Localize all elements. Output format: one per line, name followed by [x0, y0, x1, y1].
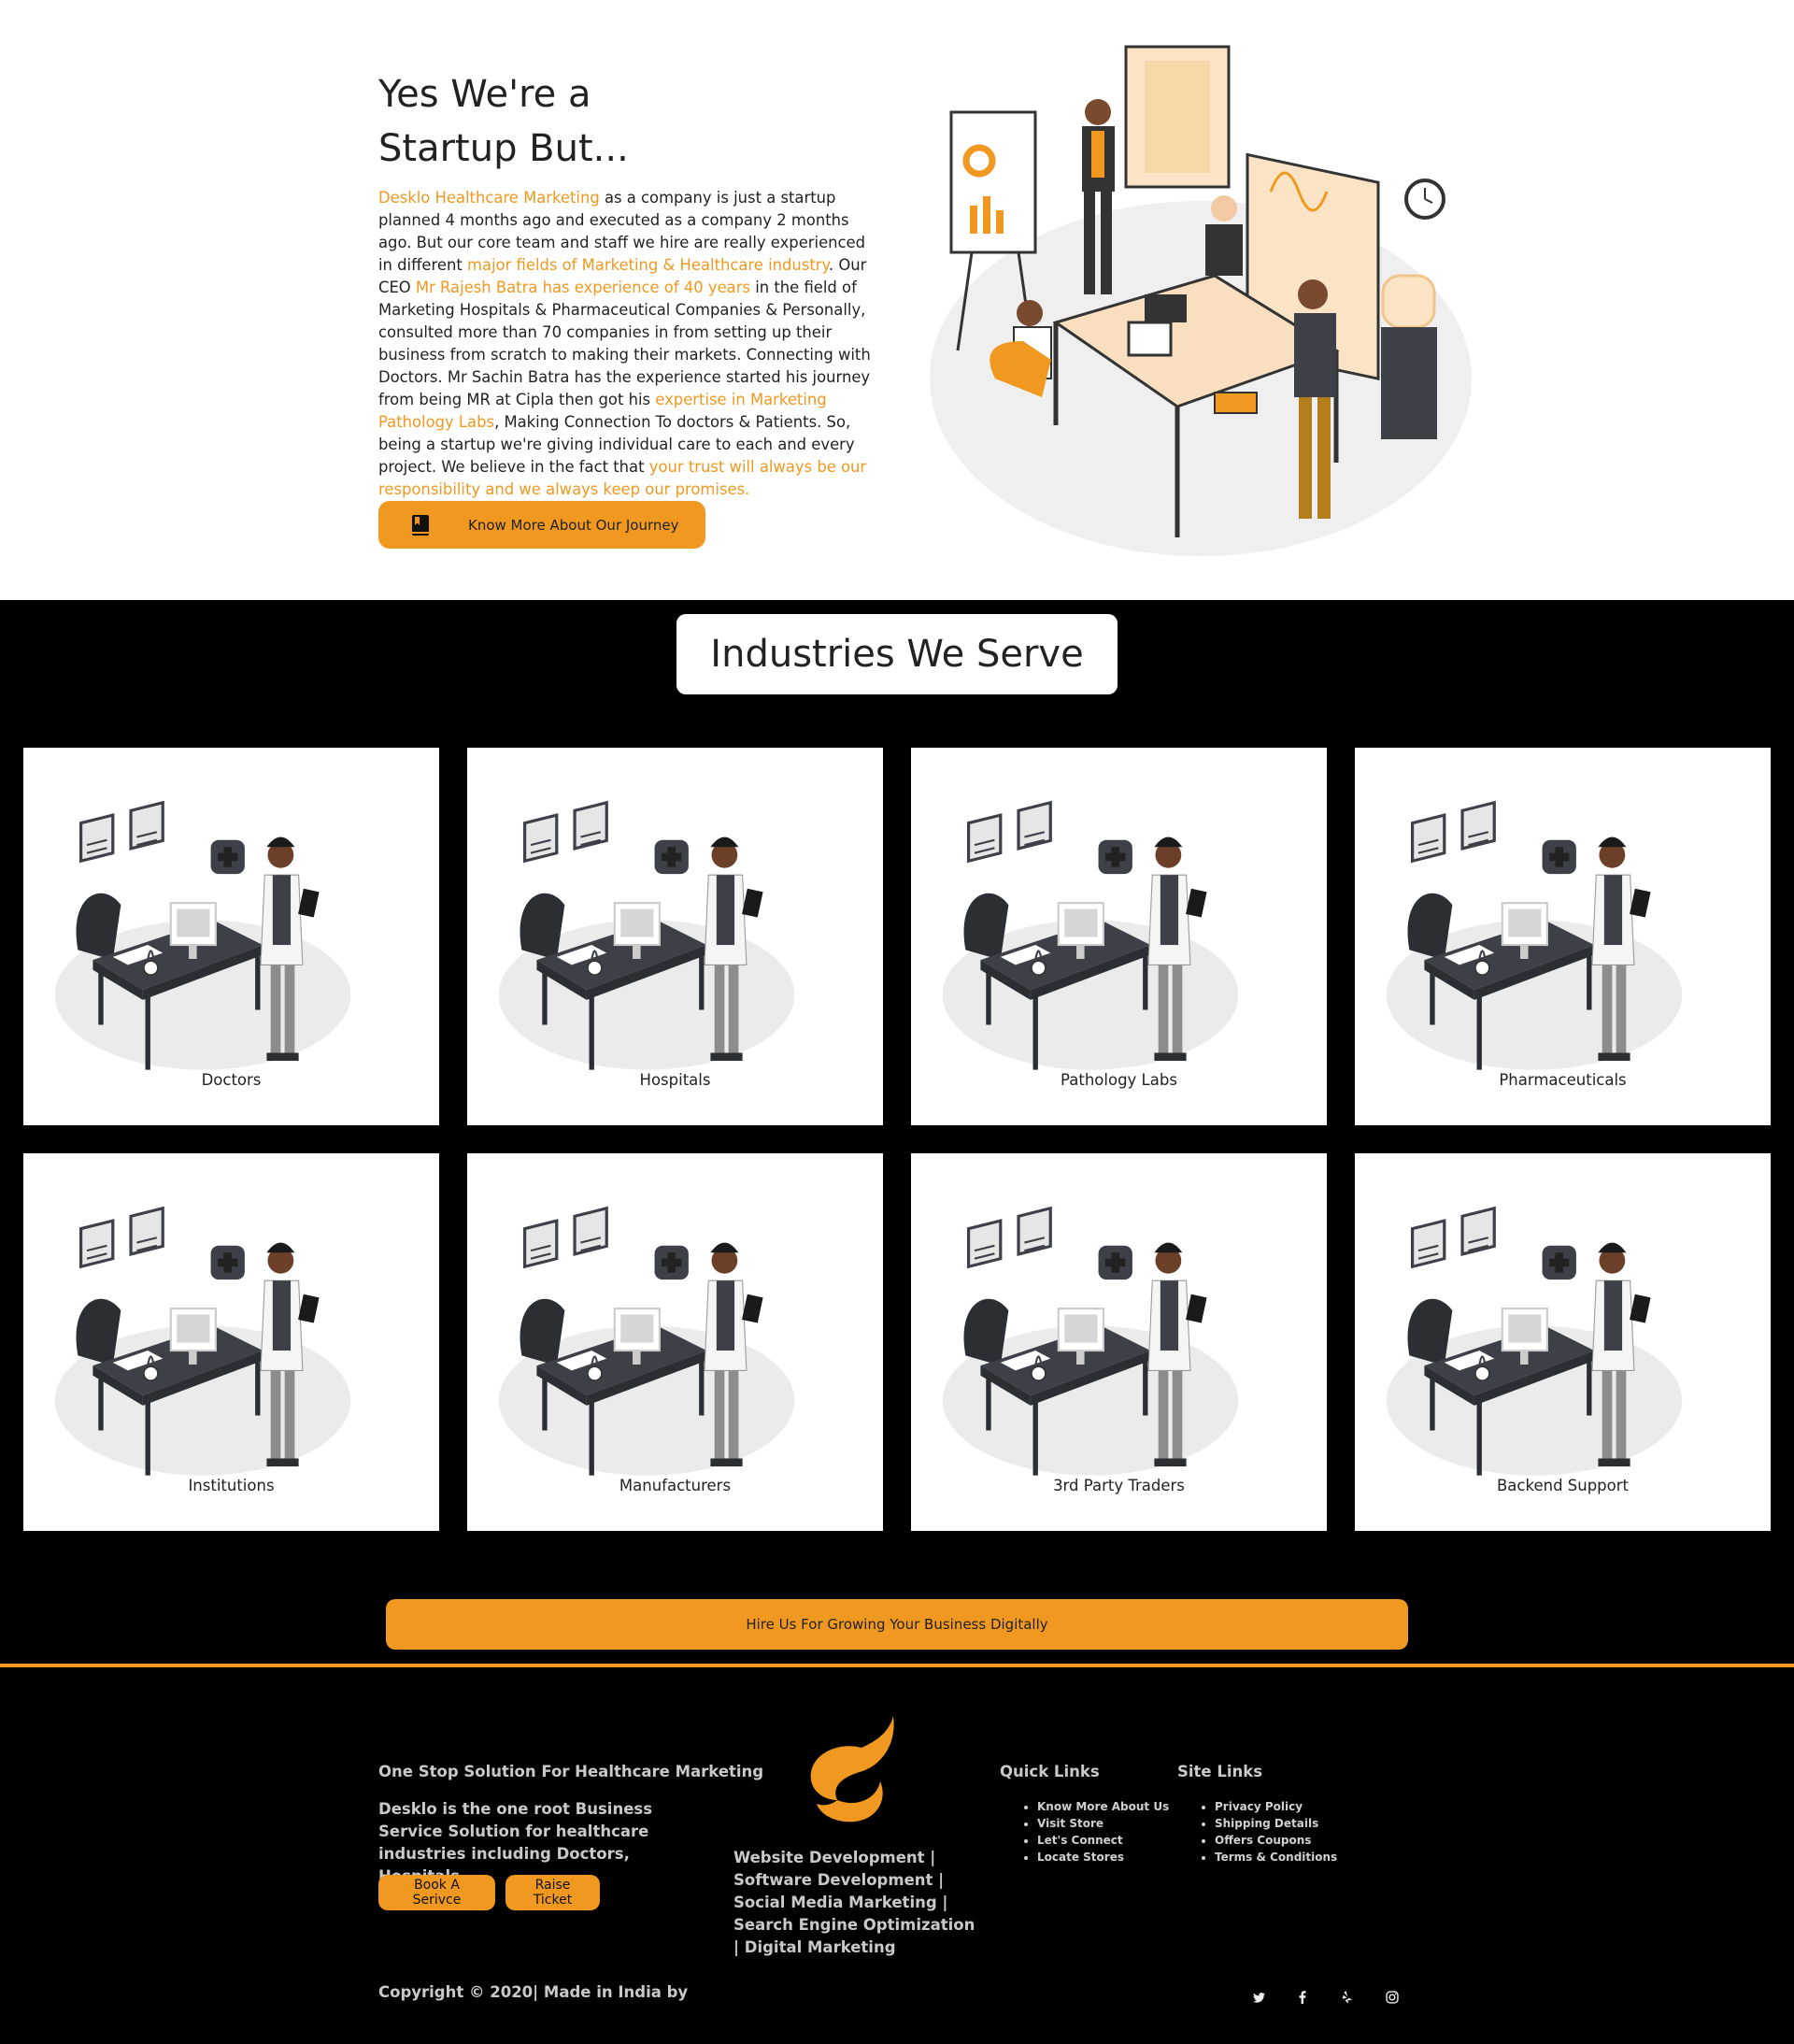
- industry-card[interactable]: Pharmaceuticals: [1355, 748, 1771, 1125]
- facebook-icon[interactable]: [1292, 1987, 1313, 2008]
- industry-card-label: Manufacturers: [619, 1477, 732, 1494]
- industry-card-label: Institutions: [188, 1477, 275, 1494]
- doctor-illustration: [54, 800, 351, 1070]
- doctor-illustration: [498, 1206, 795, 1476]
- about-section: Yes We're a Startup But... Desklo Health…: [0, 0, 1794, 600]
- footer-link-item: Let's Connect: [1037, 1832, 1169, 1849]
- about-title: Yes We're a Startup But...: [378, 73, 629, 170]
- footer-link[interactable]: Shipping Details: [1215, 1817, 1318, 1830]
- raise-ticket-button[interactable]: Raise Ticket: [505, 1875, 600, 1910]
- industry-card[interactable]: Backend Support: [1355, 1153, 1771, 1531]
- desklo-logo: [810, 1716, 894, 1822]
- footer-link[interactable]: Visit Store: [1037, 1817, 1103, 1830]
- footer-link-item: Locate Stores: [1037, 1849, 1169, 1865]
- industry-card[interactable]: Doctors: [23, 748, 439, 1125]
- yelp-icon[interactable]: [1337, 1987, 1358, 2008]
- book-service-button[interactable]: Book A Serivce: [378, 1875, 495, 1910]
- site-links-heading: Site Links: [1177, 1763, 1263, 1780]
- footer: One Stop Solution For Healthcare Marketi…: [0, 1667, 1794, 2044]
- industry-card-label: Backend Support: [1496, 1477, 1630, 1494]
- quick-links-list: Know More About Us Visit Store Let's Conne…: [1037, 1798, 1169, 1865]
- doctor-illustration: [1386, 1206, 1683, 1476]
- footer-link-item: Shipping Details: [1215, 1815, 1337, 1832]
- footer-services: Website Development | Software Developme…: [733, 1849, 975, 1956]
- industry-card-label: 3rd Party Traders: [1053, 1477, 1185, 1494]
- startup-team-illustration: [930, 45, 1472, 556]
- doctor-illustration: [498, 800, 795, 1070]
- industry-card[interactable]: Hospitals: [467, 748, 883, 1125]
- doctor-illustration: [942, 800, 1239, 1070]
- site-links-list: Privacy Policy Shipping Details Offers Cou…: [1215, 1798, 1337, 1865]
- twitter-icon[interactable]: [1248, 1987, 1269, 2008]
- know-more-button[interactable]: Know More About Our Journey: [378, 501, 705, 549]
- footer-link[interactable]: Let's Connect: [1037, 1834, 1123, 1847]
- footer-link-item: Privacy Policy: [1215, 1798, 1337, 1815]
- doctor-illustration: [942, 1206, 1239, 1476]
- industries-title: Industries We Serve: [710, 633, 1084, 676]
- copyright: Copyright © 2020| Made in India by: [378, 1983, 689, 2001]
- know-more-label: Know More About Our Journey: [468, 516, 679, 534]
- industry-card[interactable]: Manufacturers: [467, 1153, 883, 1531]
- instagram-icon[interactable]: [1382, 1987, 1402, 2008]
- book-icon: [412, 514, 429, 536]
- footer-link[interactable]: Know More About Us: [1037, 1800, 1169, 1813]
- quick-links-heading: Quick Links: [1000, 1763, 1100, 1780]
- industry-card-label: Hospitals: [639, 1071, 711, 1089]
- body-text: in the field of Marketing Hospitals & Ph…: [378, 279, 871, 408]
- industry-card[interactable]: 3rd Party Traders: [911, 1153, 1327, 1531]
- industry-card-label: Doctors: [201, 1071, 262, 1089]
- footer-link[interactable]: Locate Stores: [1037, 1851, 1124, 1864]
- hire-us-button[interactable]: Hire Us For Growing Your Business Digita…: [386, 1599, 1408, 1650]
- footer-link-item: Terms & Conditions: [1215, 1849, 1337, 1865]
- industry-card[interactable]: Institutions: [23, 1153, 439, 1531]
- highlight-text: major fields of Marketing & Healthcare i…: [466, 256, 829, 274]
- footer-link[interactable]: Privacy Policy: [1215, 1800, 1303, 1813]
- highlight-text: Mr Rajesh Batra has experience of 40 yea…: [415, 279, 750, 296]
- doctor-illustration: [1386, 800, 1683, 1070]
- footer-link-item: Visit Store: [1037, 1815, 1169, 1832]
- footer-link-item: Know More About Us: [1037, 1798, 1169, 1815]
- footer-link-item: Offers Coupons: [1215, 1832, 1337, 1849]
- footer-link[interactable]: Terms & Conditions: [1215, 1851, 1337, 1864]
- highlight-text: Desklo Healthcare Marketing: [378, 189, 600, 207]
- footer-link[interactable]: Offers Coupons: [1215, 1834, 1311, 1847]
- industries-title-box: Industries We Serve: [676, 614, 1118, 694]
- doctor-illustration: [54, 1206, 351, 1476]
- industries-section: Industries We Serve Doctors Hospitals Pa…: [0, 600, 1794, 1664]
- industry-card-label: Pathology Labs: [1061, 1071, 1177, 1089]
- about-body: Desklo Healthcare Marketing as a company…: [378, 187, 883, 501]
- industry-card[interactable]: Pathology Labs: [911, 748, 1327, 1125]
- industry-card-label: Pharmaceuticals: [1499, 1071, 1627, 1089]
- footer-tagline: One Stop Solution For Healthcare Marketi…: [378, 1763, 764, 1780]
